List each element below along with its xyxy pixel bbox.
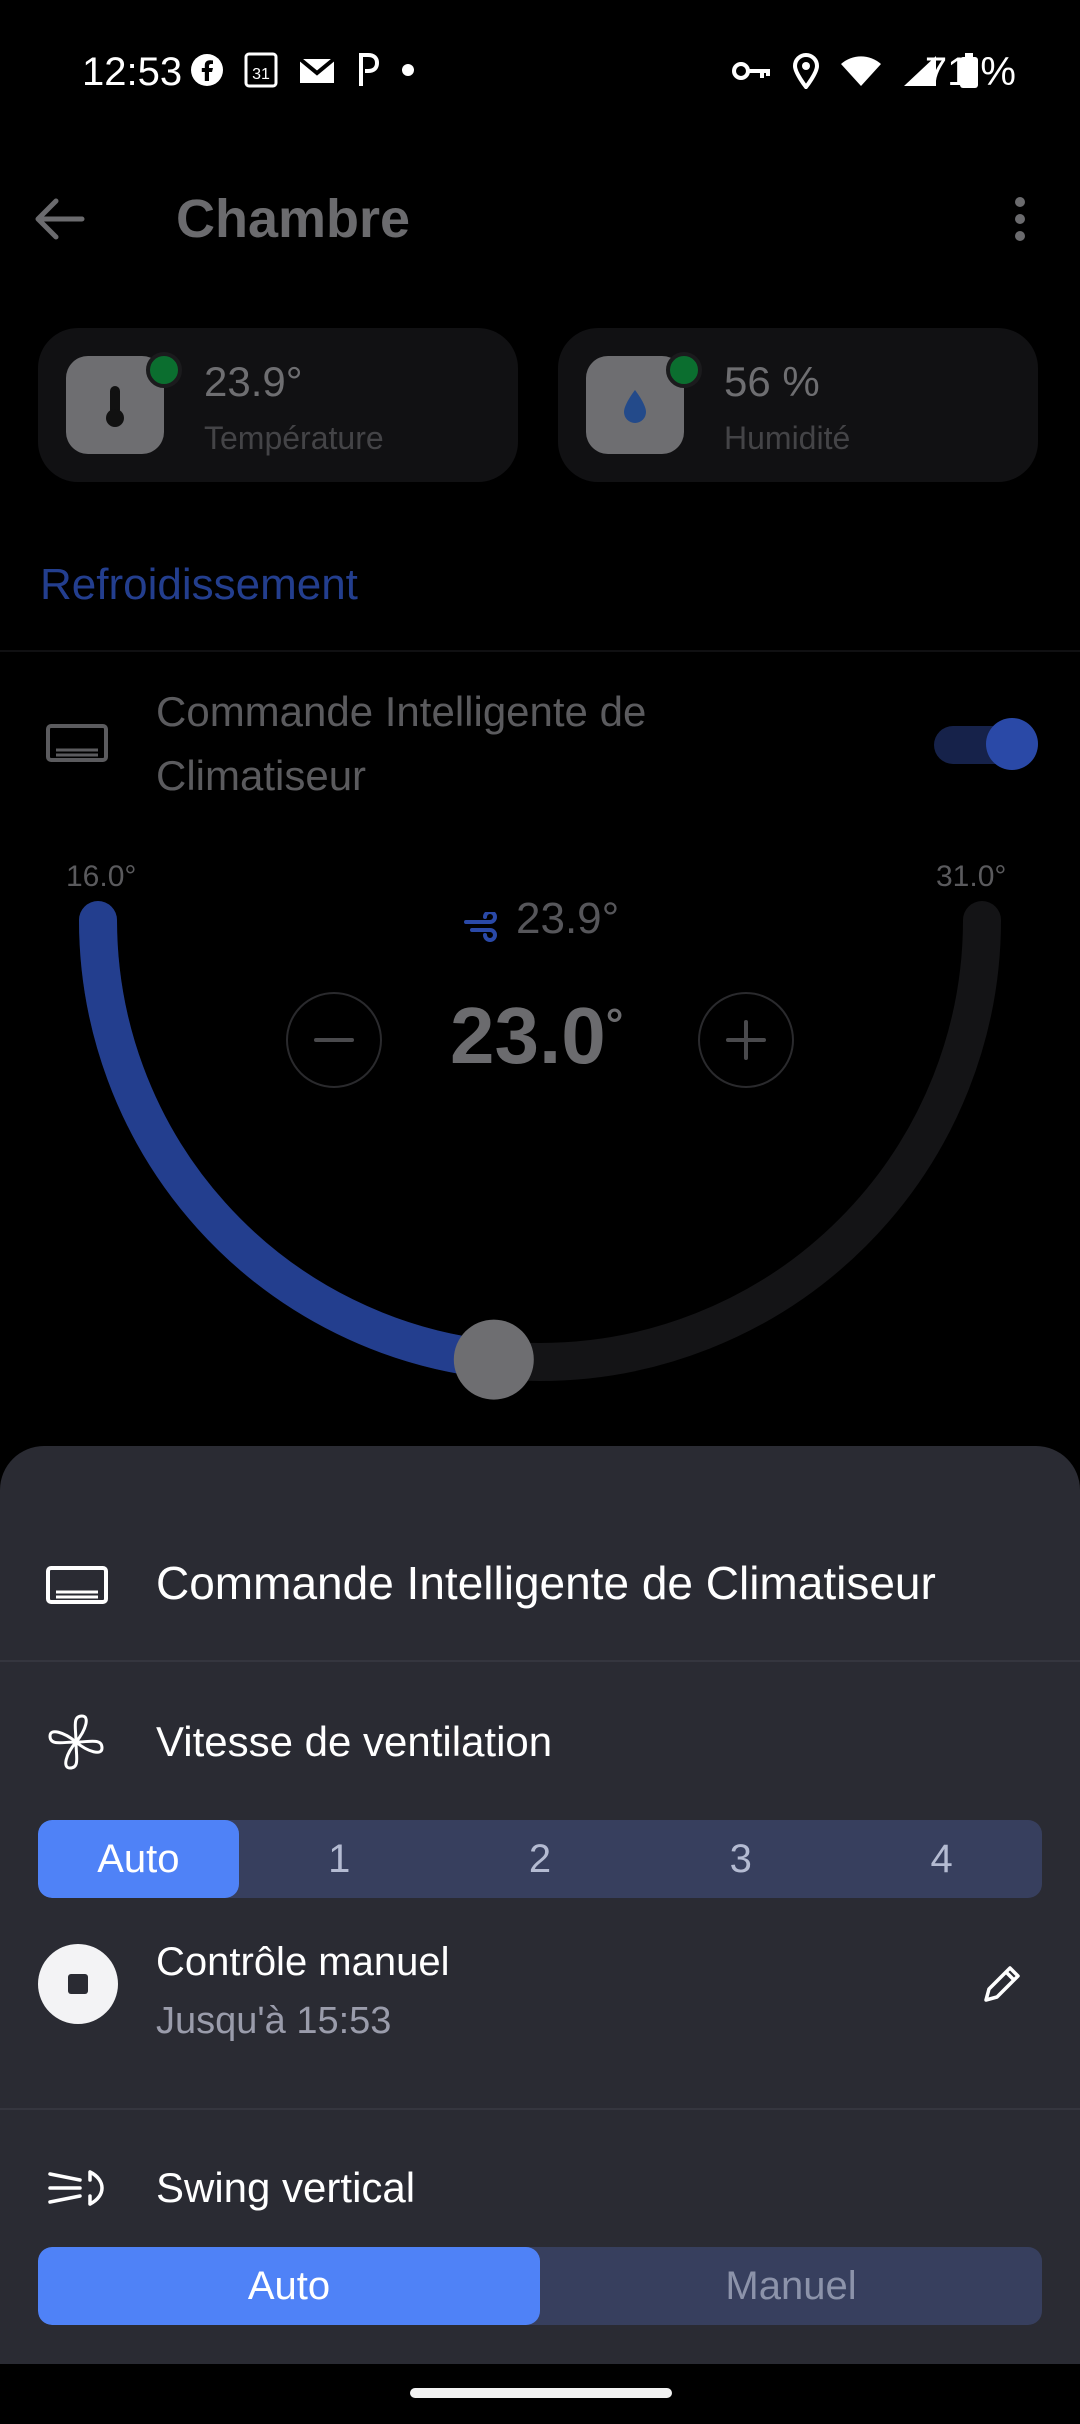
- current-temperature: 23.9°: [516, 894, 620, 943]
- edit-pencil-icon[interactable]: [980, 1962, 1024, 2006]
- humidity-card[interactable]: 56 % Humidité: [558, 328, 1038, 482]
- increase-temp-button[interactable]: [698, 992, 794, 1088]
- back-arrow-icon[interactable]: [32, 196, 86, 242]
- swing-icon: [48, 2170, 104, 2206]
- sheet-title: Commande Intelligente de Climatiseur: [156, 1557, 936, 1609]
- notification-icons: 31: [190, 52, 416, 88]
- more-vert-icon[interactable]: [1010, 196, 1030, 242]
- sheet-divider: [0, 2108, 1080, 2110]
- air-conditioner-icon: [46, 1566, 108, 1604]
- humidity-label: Humidité: [724, 420, 851, 456]
- status-bar: 12:53 31 71 %: [0, 0, 1080, 150]
- fan-speed-selector: Auto 1 2 3 4: [38, 1820, 1042, 1898]
- device-toggle-knob[interactable]: [986, 718, 1038, 770]
- manual-control-until: Jusqu'à 15:53: [156, 2000, 392, 2042]
- temperature-value: 23.9°: [204, 358, 303, 405]
- fan-speed-option-2[interactable]: 2: [440, 1820, 641, 1898]
- status-dot: [146, 352, 182, 388]
- divider: [0, 650, 1080, 652]
- p-icon: [359, 53, 380, 86]
- svg-text:31: 31: [252, 66, 270, 83]
- battery-percent: 71 %: [924, 50, 1016, 94]
- dot-icon: [402, 64, 414, 76]
- dial-track: [79, 901, 1001, 1381]
- fan-speed-option-auto[interactable]: Auto: [38, 1820, 239, 1898]
- sheet-divider: [0, 1660, 1080, 1662]
- target-value: 23.0: [450, 991, 606, 1080]
- target-unit: °: [605, 1000, 624, 1049]
- stop-manual-button[interactable]: [38, 1944, 118, 2024]
- manual-control-title: Contrôle manuel: [156, 1940, 450, 1984]
- stop-icon: [68, 1974, 88, 1994]
- swing-option-auto[interactable]: Auto: [38, 2247, 540, 2325]
- status-time: 12:53: [82, 50, 183, 94]
- dial-max-label: 31.0°: [936, 860, 1007, 893]
- temperature-label: Température: [204, 420, 384, 456]
- temperature-card[interactable]: 23.9° Température: [38, 328, 518, 482]
- dial-active-arc: [79, 901, 513, 1379]
- fan-speed-label: Vitesse de ventilation: [156, 1718, 553, 1765]
- swing-selector: Auto Manuel: [38, 2247, 1042, 2325]
- wifi-icon: [841, 56, 881, 86]
- status-dot: [666, 352, 702, 388]
- swing-label: Swing vertical: [156, 2164, 416, 2211]
- decrease-temp-button[interactable]: [286, 992, 382, 1088]
- swing-option-manual[interactable]: Manuel: [540, 2247, 1042, 2325]
- target-temperature: 23.0°: [450, 990, 623, 1082]
- location-icon: [792, 53, 820, 89]
- gmail-icon: [298, 57, 336, 83]
- facebook-icon: [191, 54, 223, 86]
- humidity-value: 56 %: [724, 358, 820, 405]
- minus-icon: [314, 1038, 354, 1042]
- plus-icon: [726, 1020, 766, 1060]
- device-name: Commande Intelligente de Climatiseur: [156, 688, 647, 799]
- fan-icon: [48, 1714, 104, 1770]
- fan-speed-option-1[interactable]: 1: [239, 1820, 440, 1898]
- temperature-dial[interactable]: [0, 860, 1080, 1420]
- air-conditioner-icon: [46, 724, 108, 762]
- fan-speed-option-4[interactable]: 4: [841, 1820, 1042, 1898]
- page-title: Chambre: [176, 189, 411, 249]
- section-title: Refroidissement: [40, 560, 358, 609]
- fan-speed-option-3[interactable]: 3: [640, 1820, 841, 1898]
- vpn-key-icon: [732, 62, 770, 80]
- dial-min-label: 16.0°: [66, 860, 137, 893]
- dial-thumb[interactable]: [453, 1319, 534, 1400]
- fan-flow-icon: [464, 912, 497, 942]
- calendar-icon: 31: [244, 52, 278, 88]
- home-gesture-handle[interactable]: [410, 2388, 672, 2398]
